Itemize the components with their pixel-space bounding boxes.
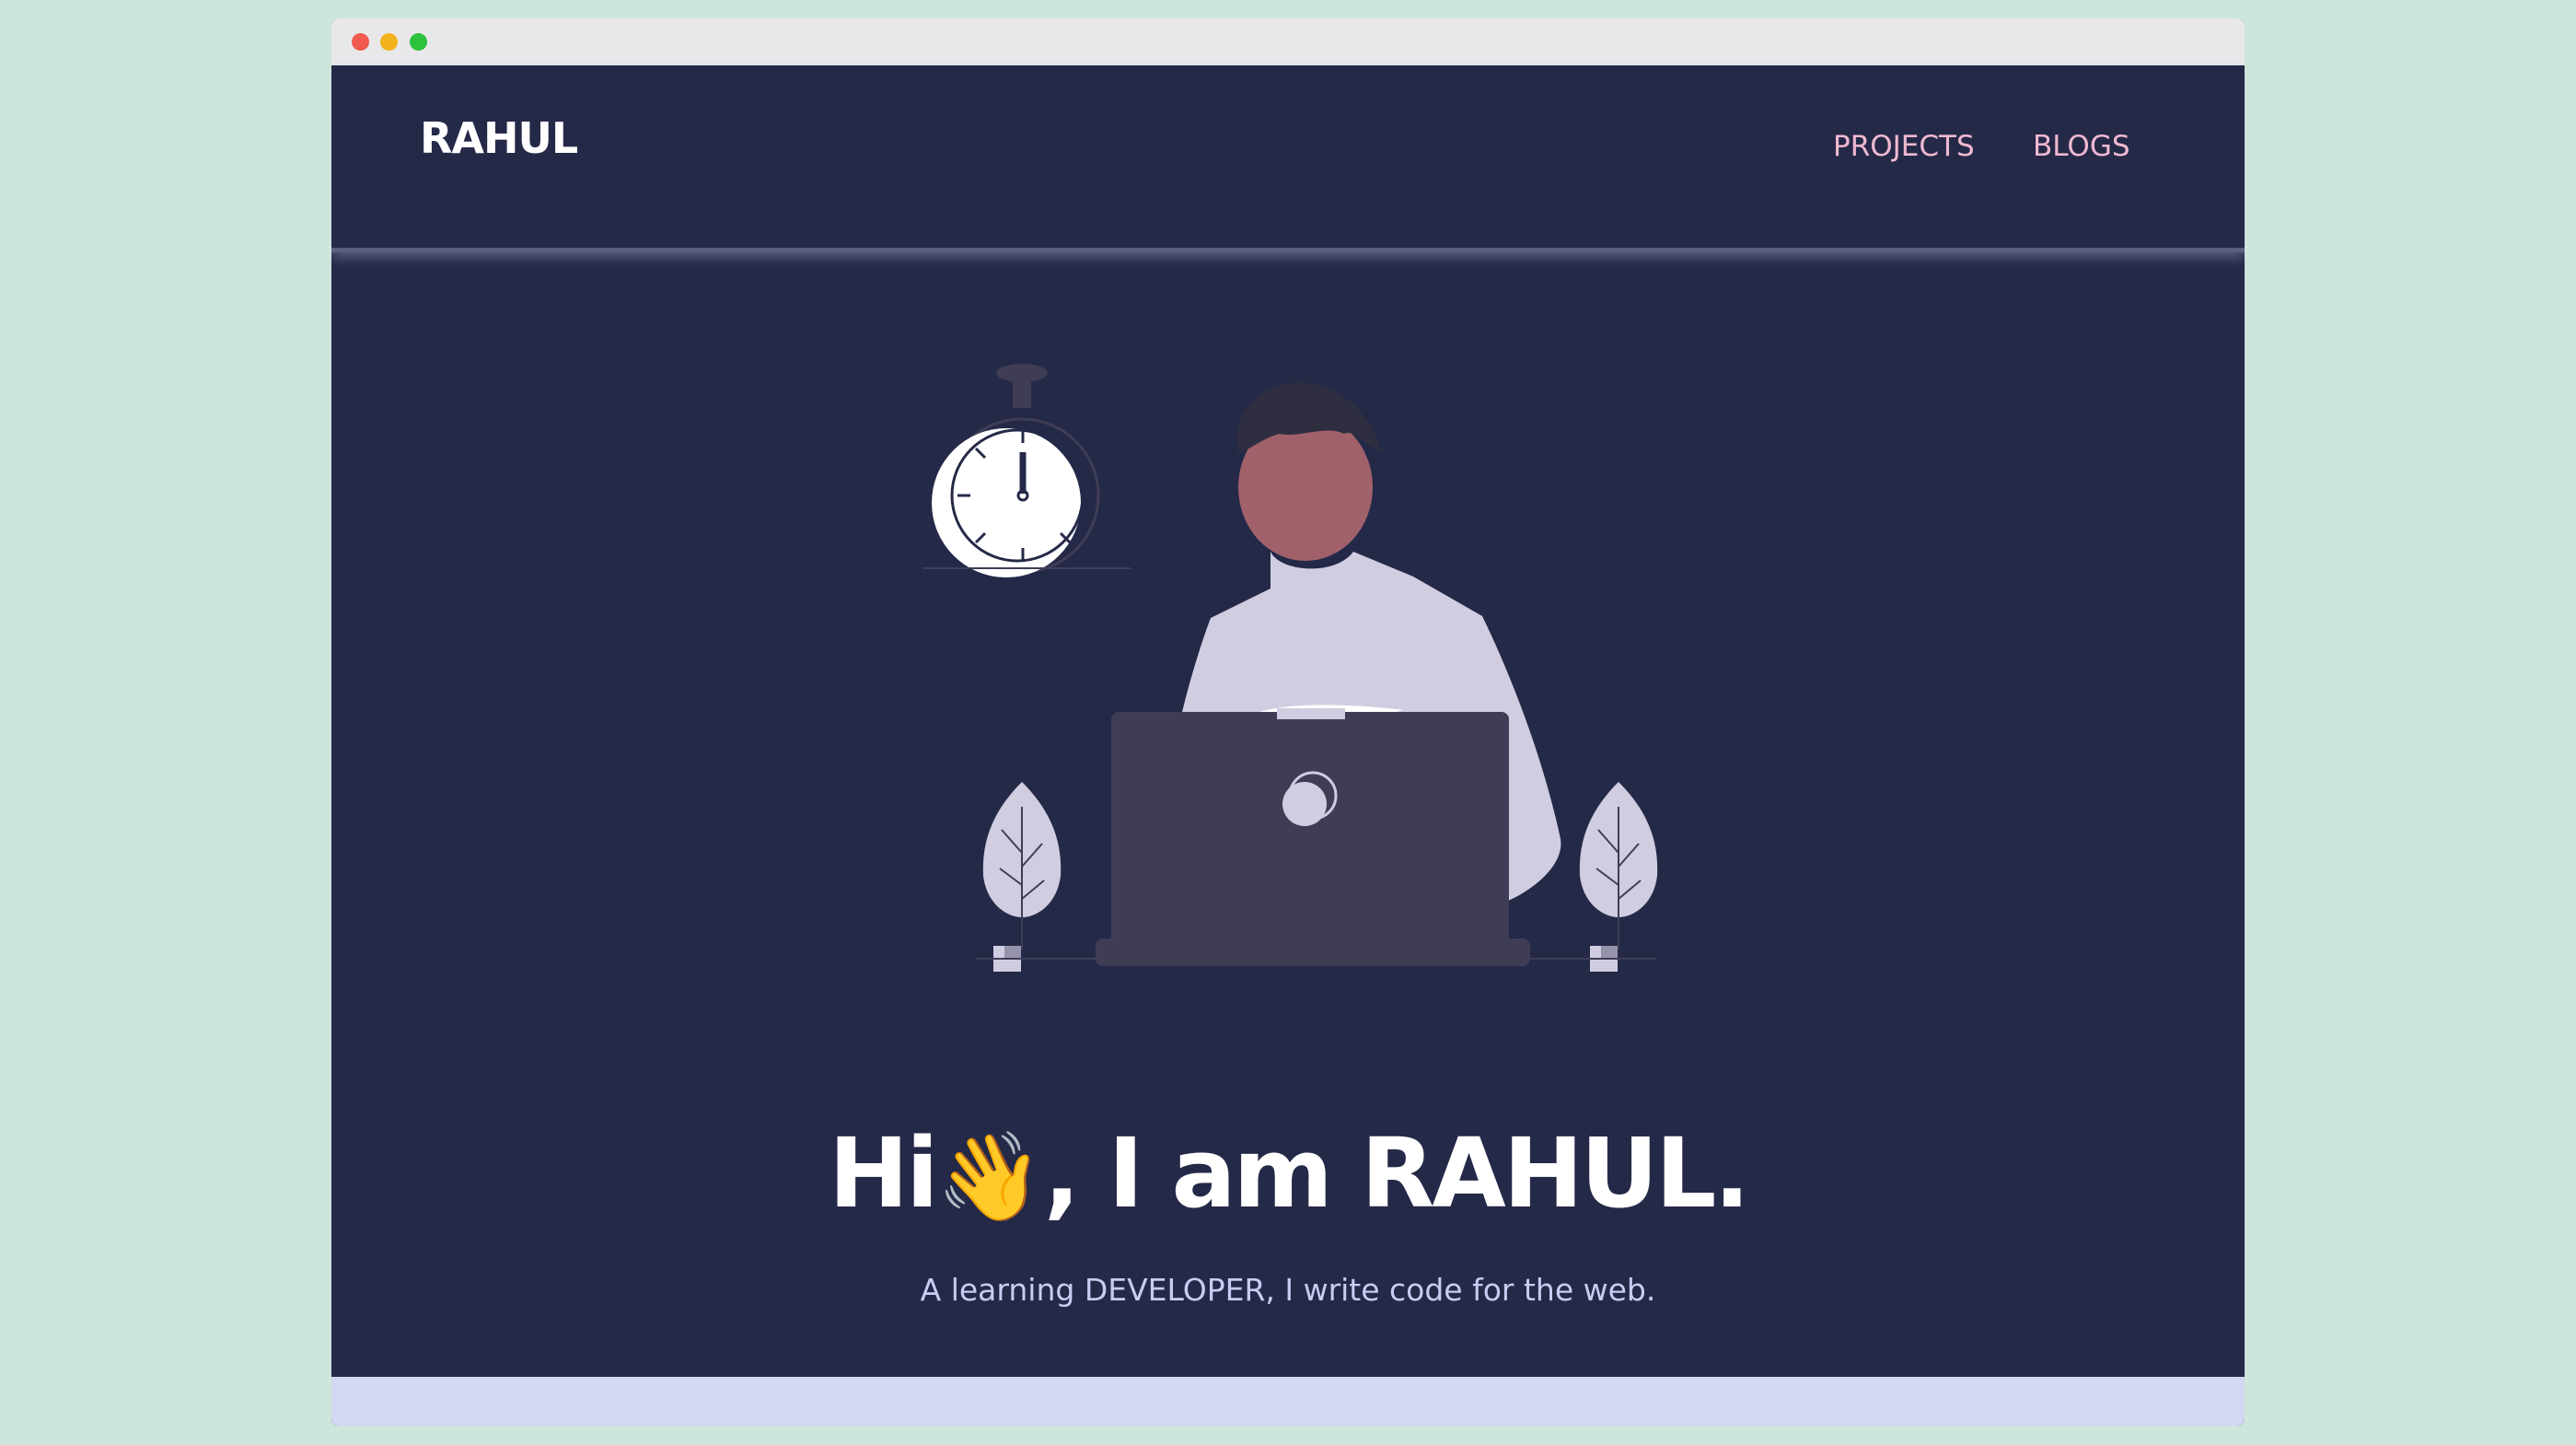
wave-emoji: 👋 xyxy=(935,1126,1044,1228)
plant-icon xyxy=(976,782,1096,972)
nav-link-projects[interactable]: PROJECTS xyxy=(1833,130,1975,163)
hero-title-prefix: Hi xyxy=(829,1116,939,1229)
maximize-window-button[interactable] xyxy=(410,33,427,51)
footer-strip xyxy=(331,1377,2245,1426)
hero-illustration xyxy=(922,364,1658,972)
minimize-window-button[interactable] xyxy=(380,33,398,51)
nav-link-blogs[interactable]: BLOGS xyxy=(2033,130,2130,163)
close-window-button[interactable] xyxy=(352,33,369,51)
browser-window: RAHUL PROJECTS BLOGS Hi👋, I am RAHUL. A … xyxy=(331,18,2245,1426)
hero-title-suffix: , I am RAHUL. xyxy=(1043,1116,1750,1229)
hero-title: Hi👋, I am RAHUL. xyxy=(331,1117,2245,1229)
page-content: RAHUL PROJECTS BLOGS Hi👋, I am RAHUL. A … xyxy=(331,65,2245,1426)
window-titlebar xyxy=(331,18,2245,65)
laptop-icon xyxy=(1096,708,1530,966)
site-header: RAHUL PROJECTS BLOGS xyxy=(331,65,2245,252)
site-logo[interactable]: RAHUL xyxy=(420,113,578,163)
hero-subtitle: A learning DEVELOPER, I write code for t… xyxy=(920,1272,1656,1308)
stopwatch-icon xyxy=(922,364,1131,577)
